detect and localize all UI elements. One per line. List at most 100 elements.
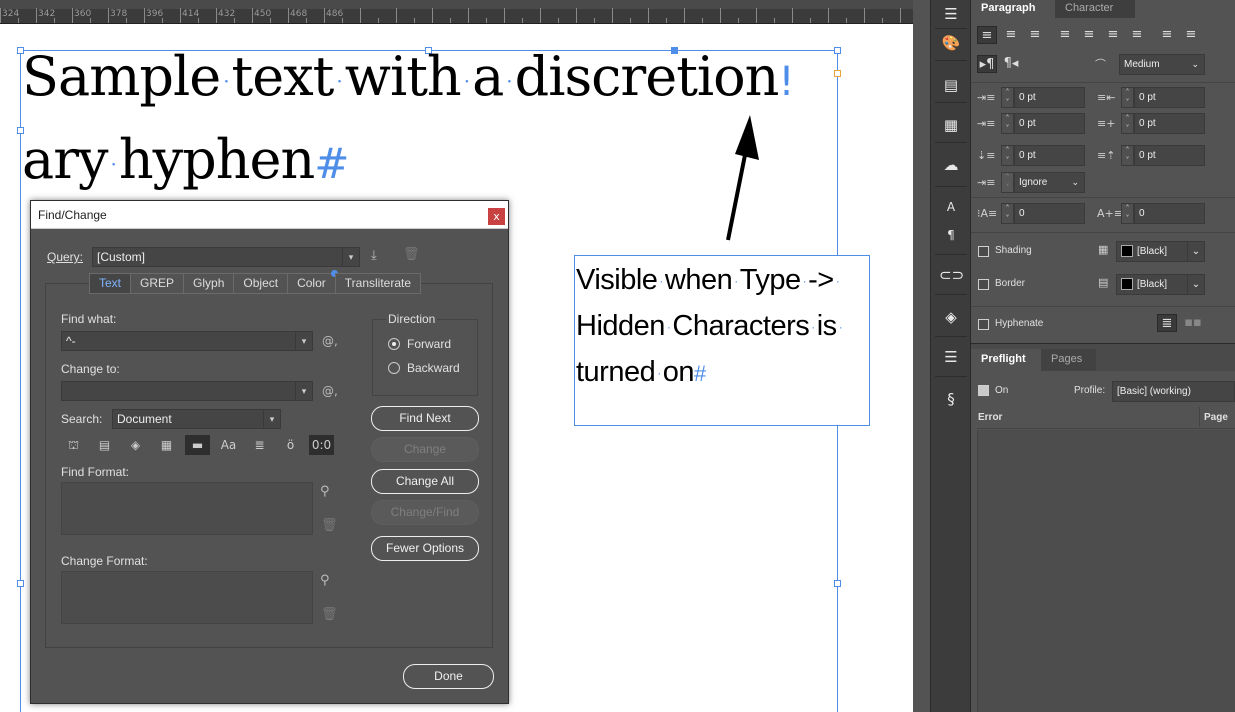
include-locked-layers-icon[interactable]: ⛫ — [61, 435, 86, 455]
include-hidden-layers-icon[interactable]: ◈ — [123, 435, 148, 455]
search-scope-select[interactable]: Document ▾ — [112, 409, 281, 429]
tab-character[interactable]: Character — [1055, 0, 1135, 18]
last-line-indent-input[interactable]: 0 pt — [1134, 113, 1205, 134]
last-line-indent-stepper[interactable]: ˄ ˅ — [1121, 113, 1134, 134]
error-column-header[interactable]: Error — [978, 412, 1002, 423]
right-indent-stepper[interactable]: ˄ ˅ — [1121, 87, 1134, 108]
profile-select[interactable]: [Basic] (working) — [1112, 381, 1235, 402]
find-next-button[interactable]: Find Next — [371, 406, 479, 431]
align-right-button[interactable]: ≡ — [1025, 26, 1045, 44]
justify-right-button[interactable]: ≡ — [1103, 26, 1123, 44]
justify-center-button[interactable]: ≡ — [1079, 26, 1099, 44]
change-format-box[interactable] — [61, 571, 313, 624]
include-locked-stories-icon[interactable]: ▤ — [92, 435, 117, 455]
left-indent-input[interactable]: 0 pt — [1014, 87, 1085, 108]
gradient-icon[interactable]: § — [939, 388, 963, 410]
cc-libraries-icon[interactable]: ☁ — [939, 154, 963, 176]
include-footnotes-icon[interactable]: ▬ — [185, 435, 210, 455]
save-query-icon[interactable]: ⤓ — [371, 248, 377, 263]
kana-sensitive-icon[interactable]: ö — [278, 435, 303, 455]
balance-lines-icon[interactable]: ≣ — [1157, 314, 1177, 332]
fewer-options-button[interactable]: Fewer Options — [371, 536, 479, 561]
query-select[interactable]: [Custom] ▾ — [92, 247, 360, 267]
drop-cap-lines-input[interactable]: 0 — [1014, 203, 1085, 224]
specify-find-format-icon[interactable]: ⚲ — [320, 484, 330, 499]
composer-select[interactable]: Medium ⌄ — [1119, 54, 1205, 75]
drop-cap-lines-stepper[interactable]: ˄ ˅ — [1001, 203, 1014, 224]
page-column-header[interactable]: Page — [1204, 412, 1228, 423]
ltr-direction-button[interactable]: ▸¶ — [977, 55, 997, 73]
trash-icon[interactable]: 🗑 — [321, 607, 338, 622]
shading-settings-icon[interactable]: ▦ — [1098, 243, 1108, 256]
preflight-on-checkbox[interactable] — [978, 385, 989, 396]
align-center-button[interactable]: ≡ — [1001, 26, 1021, 44]
dialog-titlebar[interactable]: Find/Change x — [31, 201, 508, 229]
frame-handle-br[interactable] — [834, 580, 841, 587]
space-after-input[interactable]: 0 pt — [1134, 145, 1205, 166]
trash-icon[interactable]: 🗑 — [321, 518, 338, 533]
close-icon[interactable]: x — [488, 208, 505, 225]
special-chars-find-icon[interactable]: @, — [322, 334, 338, 348]
character-styles-icon[interactable]: A — [939, 196, 963, 218]
grid-align-select[interactable]: Ignore ⌄ — [1014, 172, 1085, 193]
layers-icon[interactable]: ◈ — [939, 306, 963, 328]
space-before-stepper[interactable]: ˄ ˅ — [1001, 145, 1014, 166]
border-color-select[interactable]: [Black] — [1116, 274, 1188, 295]
table-icon[interactable]: ▦ — [939, 114, 963, 136]
stroke-icon[interactable]: ☰ — [939, 346, 963, 368]
paragraph-styles-icon[interactable]: ¶ — [939, 224, 963, 246]
tab-paragraph[interactable]: Paragraph — [971, 0, 1055, 18]
first-line-indent-input[interactable]: 0 pt — [1014, 113, 1085, 134]
backward-radio[interactable] — [388, 362, 400, 374]
space-before-input[interactable]: 0 pt — [1014, 145, 1085, 166]
forward-radio[interactable] — [388, 338, 400, 350]
hyphenate-checkbox[interactable] — [978, 319, 989, 330]
drop-cap-chars-input[interactable]: 0 — [1134, 203, 1205, 224]
tab-pages[interactable]: Pages — [1041, 349, 1096, 371]
tab-color[interactable]: Color — [287, 270, 338, 294]
preflight-error-list[interactable] — [977, 430, 1235, 712]
border-dropdown-button[interactable]: ⌄ — [1187, 274, 1205, 295]
span-columns-icon[interactable]: ▪▪ — [1183, 314, 1203, 332]
border-settings-icon[interactable]: ▤ — [1098, 276, 1108, 289]
tab-glyph[interactable]: Glyph — [183, 273, 234, 294]
tab-object[interactable]: Object — [233, 273, 288, 294]
note-text-frame[interactable]: Visible ·when ·Type ·-> · Hidden ·Characters ·… — [574, 255, 870, 426]
hamburger-menu-icon[interactable]: ☰ — [939, 3, 963, 25]
drop-cap-chars-stepper[interactable]: ˄ ˅ — [1121, 203, 1134, 224]
change-to-input[interactable]: ▾ — [61, 381, 313, 401]
shading-checkbox[interactable] — [978, 246, 989, 257]
find-format-box[interactable] — [61, 482, 313, 535]
links-icon[interactable]: ⊂⊃ — [939, 264, 964, 286]
grid-align-stepper[interactable]: ˄ ˅ — [1001, 172, 1014, 193]
align-spine-button[interactable]: ≡ — [1157, 26, 1177, 44]
justify-all-button[interactable]: ≡ — [1127, 26, 1147, 44]
rtl-direction-button[interactable]: ¶◂ — [1001, 55, 1021, 73]
change-button[interactable]: Change — [371, 437, 479, 462]
tab-transliterate[interactable]: Transliterate — [334, 273, 422, 294]
justify-left-button[interactable]: ≡ — [1055, 26, 1075, 44]
change-all-button[interactable]: Change All — [371, 469, 479, 494]
whole-word-icon[interactable]: ≣ — [247, 435, 272, 455]
align-away-spine-button[interactable]: ≡ — [1181, 26, 1201, 44]
border-checkbox[interactable] — [978, 279, 989, 290]
include-master-pages-icon[interactable]: ▦ — [154, 435, 179, 455]
right-indent-input[interactable]: 0 pt — [1134, 87, 1205, 108]
frame-handle-bl[interactable] — [17, 580, 24, 587]
tab-text[interactable]: Text — [89, 273, 131, 294]
change-find-button[interactable]: Change/Find — [371, 500, 479, 525]
first-line-indent-stepper[interactable]: ˄ ˅ — [1001, 113, 1014, 134]
align-left-button[interactable]: ≡ — [977, 26, 997, 44]
left-indent-stepper[interactable]: ˄ ˅ — [1001, 87, 1014, 108]
text-wrap-icon[interactable]: ▤ — [939, 74, 963, 96]
case-sensitive-icon[interactable]: Aa — [216, 435, 241, 455]
width-sensitive-icon[interactable]: 0:0 — [309, 435, 334, 455]
tab-preflight[interactable]: Preflight — [971, 349, 1041, 371]
trash-icon[interactable]: 🗑 — [403, 247, 420, 262]
swatches-palette-icon[interactable]: 🎨 — [939, 32, 963, 54]
tab-grep[interactable]: GREP — [130, 273, 184, 294]
special-chars-change-icon[interactable]: @, — [322, 384, 338, 398]
shading-dropdown-button[interactable]: ⌄ — [1187, 241, 1205, 262]
space-after-stepper[interactable]: ˄ ˅ — [1121, 145, 1134, 166]
shading-color-select[interactable]: [Black] — [1116, 241, 1188, 262]
